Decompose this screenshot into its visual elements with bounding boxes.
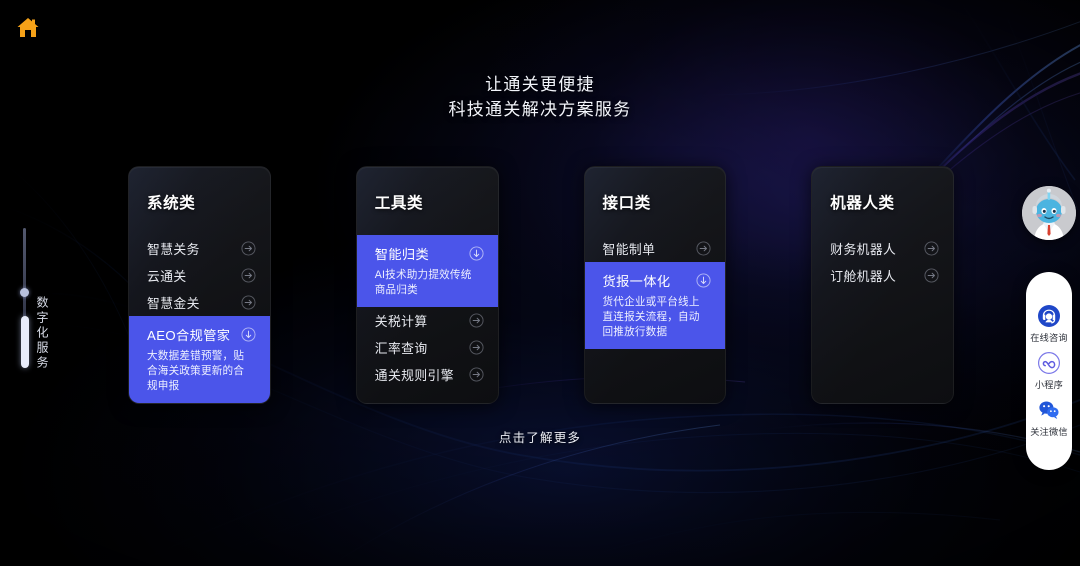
service-item-label: 通关规则引擎 xyxy=(374,368,454,383)
service-item-active[interactable]: 货报一体化货代企业或平台线上直连报关流程，自动回推放行数据 xyxy=(584,262,726,349)
service-card[interactable]: 机器人类财务机器人订舱机器人 xyxy=(811,166,954,404)
service-item[interactable]: 订舱机器人 xyxy=(812,262,953,289)
card-item-list: 智能制单货报一体化货代企业或平台线上直连报关流程，自动回推放行数据 xyxy=(584,235,726,349)
service-item[interactable]: 智能制单 xyxy=(585,235,726,262)
service-item-header: 汇率查询 xyxy=(375,334,484,361)
dock-item-label: 在线咨询 xyxy=(1030,333,1068,343)
service-card[interactable]: 系统类智慧关务云通关智慧金关 AEO合规管家大数据差错预警，贴合海关政策更新的合规… xyxy=(128,166,271,404)
dock-item-headset-support[interactable]: 在线咨询 xyxy=(1026,304,1072,344)
service-item-header: 智能归类 xyxy=(375,240,484,267)
arrow-right-circle-icon xyxy=(924,241,939,256)
scroll-marker-dot xyxy=(20,288,29,297)
service-item-header: 通关规则引擎 xyxy=(375,361,484,388)
section-vertical-label: 数字化服务 xyxy=(35,296,49,371)
service-item-label: 订舱机器人 xyxy=(830,269,897,284)
service-card[interactable]: 工具类智能归类 AI技术助力提效传统商品归类关税计算汇率查询通关规则引擎 xyxy=(355,166,499,404)
home-icon[interactable] xyxy=(14,14,42,42)
service-item-header: 云通关 xyxy=(147,262,256,289)
service-item-header: 智能制单 xyxy=(603,235,712,262)
arrow-right-circle-icon xyxy=(241,295,256,310)
service-item[interactable]: 云通关 xyxy=(129,262,270,289)
service-item-header: 智慧金关 xyxy=(147,289,256,316)
service-card-list: 系统类智慧关务云通关智慧金关 AEO合规管家大数据差错预警，贴合海关政策更新的合规… xyxy=(128,166,954,404)
mini-program-icon xyxy=(1037,351,1061,375)
arrow-down-circle-icon xyxy=(696,273,711,288)
service-item-description: 货代企业或平台线上直连报关流程，自动回推放行数据 xyxy=(602,296,700,338)
service-item-header: AEO合规管家 xyxy=(147,321,256,348)
service-item[interactable]: 智慧关务 xyxy=(129,235,270,262)
home-icon-glyph xyxy=(17,18,39,37)
service-item-label: 智能制单 xyxy=(602,242,656,257)
service-item-header: 订舱机器人 xyxy=(830,262,939,289)
floating-contact-dock: 在线咨询小程序关注微信 xyxy=(1026,272,1072,470)
service-item[interactable]: 财务机器人 xyxy=(812,235,953,262)
arrow-down-circle-icon xyxy=(241,327,256,342)
scroll-thumb[interactable] xyxy=(20,316,29,368)
headset-support-icon xyxy=(1037,304,1061,328)
card-title: 机器人类 xyxy=(830,195,895,212)
dock-item-wechat[interactable]: 关注微信 xyxy=(1026,398,1072,438)
page-title-line-1: 让通关更便捷 xyxy=(485,75,595,94)
service-item-header: 财务机器人 xyxy=(830,235,939,262)
service-item-active[interactable]: 智能归类 AI技术助力提效传统商品归类 xyxy=(356,235,498,307)
card-item-list: 智慧关务云通关智慧金关 AEO合规管家大数据差错预警，贴合海关政策更新的合规申报 xyxy=(129,235,270,403)
card-item-list: 财务机器人订舱机器人 xyxy=(812,235,953,289)
arrow-right-circle-icon xyxy=(696,241,711,256)
service-item-description: 大数据差错预警，贴合海关政策更新的合规申报 xyxy=(147,350,245,392)
arrow-right-circle-icon xyxy=(241,241,256,256)
arrow-down-circle-icon xyxy=(468,246,484,261)
service-item-label: 财务机器人 xyxy=(830,242,897,257)
arrow-right-circle-icon xyxy=(468,313,484,328)
arrow-right-circle-icon xyxy=(468,367,484,382)
service-item-header: 货报一体化 xyxy=(603,267,712,294)
dock-item-mini-program[interactable]: 小程序 xyxy=(1026,351,1072,391)
dock-item-label: 小程序 xyxy=(1034,380,1064,390)
page-root: 数字化服务 让通关更便捷 科技通关解决方案服务 系统类智慧关务云通关智慧金关 AE… xyxy=(0,0,1080,566)
dock-item-label: 关注微信 xyxy=(1030,427,1068,437)
wechat-icon xyxy=(1037,398,1061,422)
service-item-label: 汇率查询 xyxy=(374,341,428,356)
card-title: 接口类 xyxy=(602,195,651,212)
service-item[interactable]: 通关规则引擎 xyxy=(357,361,498,388)
service-item[interactable]: 汇率查询 xyxy=(357,334,498,361)
service-item-label: 云通关 xyxy=(147,269,187,284)
service-item-label: 智慧金关 xyxy=(147,296,200,311)
service-item-description: AI技术助力提效传统商品归类 xyxy=(374,269,472,296)
service-item[interactable]: 智慧金关 xyxy=(129,289,270,316)
arrow-right-circle-icon xyxy=(241,268,256,283)
robot-assistant-avatar[interactable] xyxy=(1022,186,1076,240)
service-item-label: 关税计算 xyxy=(374,314,428,329)
service-item[interactable]: 关税计算 xyxy=(357,307,498,334)
arrow-right-circle-icon xyxy=(924,268,939,283)
page-title-line-2: 科技通关解决方案服务 xyxy=(448,100,632,119)
card-title: 工具类 xyxy=(374,195,424,212)
card-item-list: 智能归类 AI技术助力提效传统商品归类关税计算汇率查询通关规则引擎 xyxy=(356,235,498,388)
service-item-header: 关税计算 xyxy=(375,307,484,334)
service-item-active[interactable]: AEO合规管家大数据差错预警，贴合海关政策更新的合规申报 xyxy=(129,316,270,403)
card-title: 系统类 xyxy=(147,195,196,212)
arrow-right-circle-icon xyxy=(468,340,484,355)
click-for-more-label[interactable]: 点击了解更多 xyxy=(0,427,1080,446)
service-card[interactable]: 接口类智能制单货报一体化货代企业或平台线上直连报关流程，自动回推放行数据 xyxy=(583,166,727,404)
robot-assistant-avatar-glyph xyxy=(1022,186,1076,240)
service-item-header: 智慧关务 xyxy=(147,235,256,262)
service-item-label: 智能归类 xyxy=(374,247,430,262)
service-item-label: AEO合规管家 xyxy=(147,328,231,343)
service-item-label: 智慧关务 xyxy=(147,242,200,257)
service-item-label: 货报一体化 xyxy=(602,274,671,289)
page-title: 让通关更便捷 科技通关解决方案服务 xyxy=(0,72,1080,122)
